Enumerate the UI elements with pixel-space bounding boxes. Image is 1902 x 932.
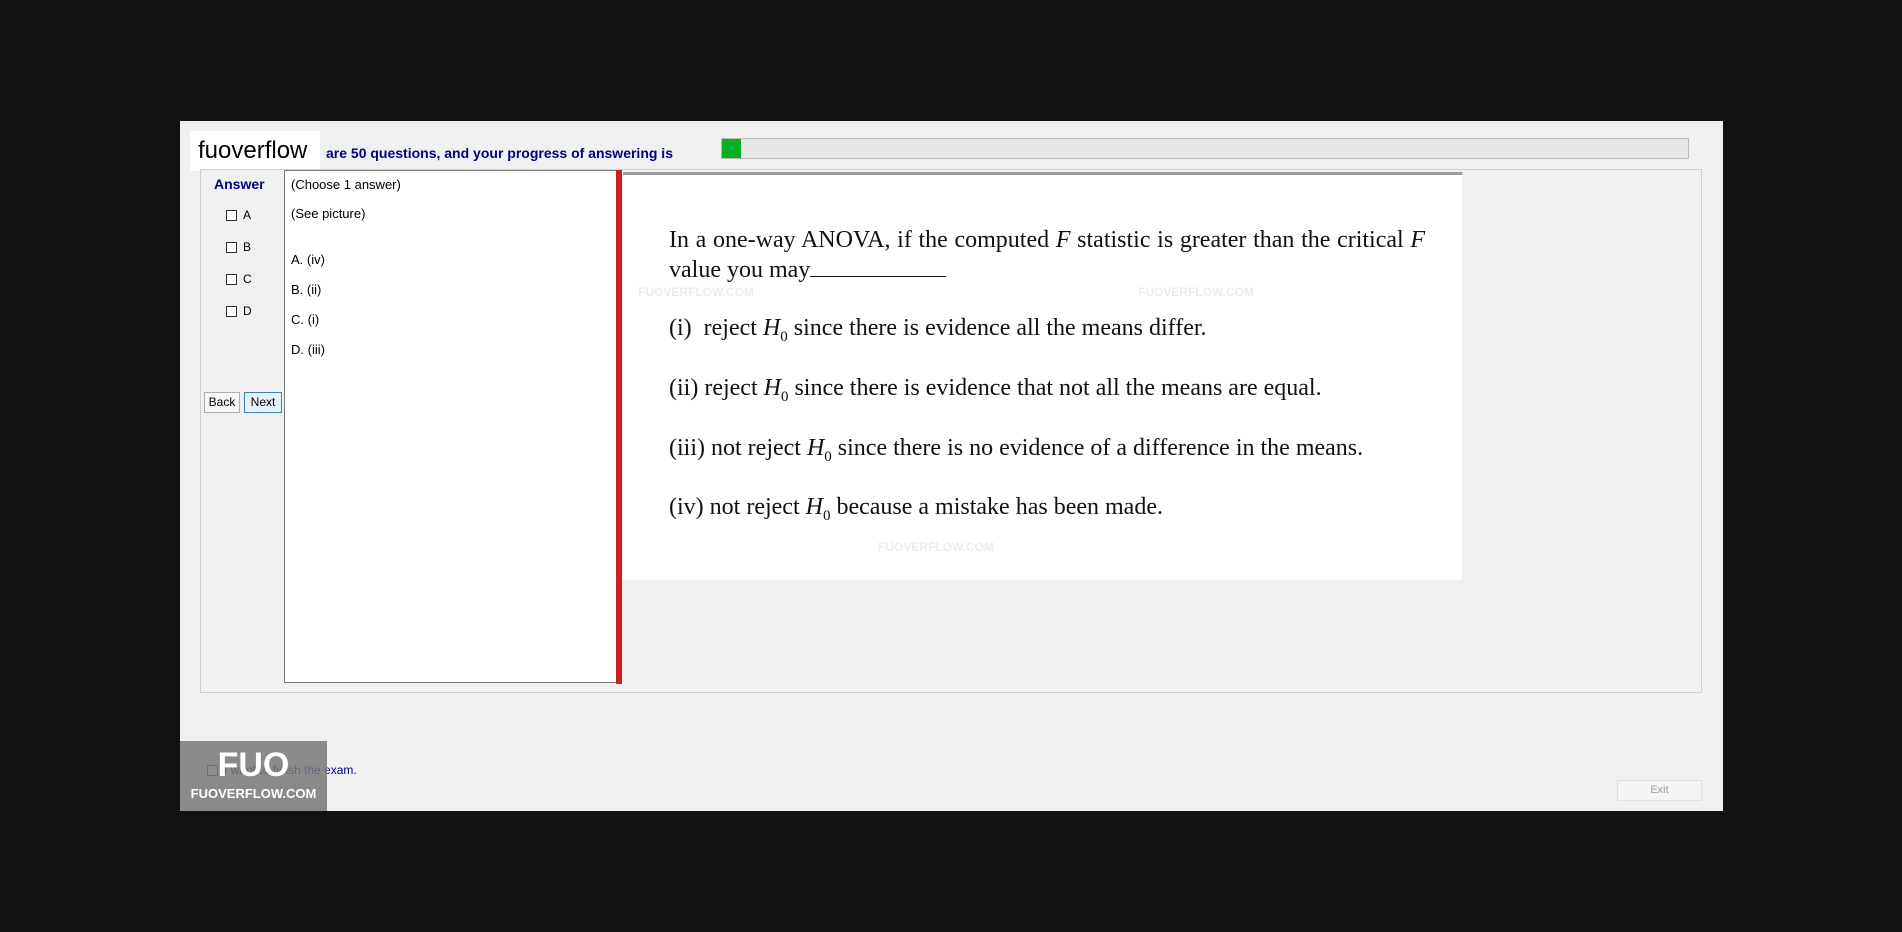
- watermark-logo: FUO FUOVERFLOW.COM: [180, 741, 327, 811]
- hypothesis-subscript: 0: [780, 328, 788, 345]
- watermark-text: FUOVERFLOW.COM: [638, 285, 754, 299]
- stem-text-1: In a one-way ANOVA, if the computed: [669, 227, 1050, 253]
- progress-text: are 50 questions, and your progress of a…: [326, 145, 673, 161]
- brand-label: fuoverflow: [190, 131, 320, 171]
- hypothesis-symbol: H: [763, 375, 781, 401]
- option-label: D: [243, 304, 252, 318]
- logo-mark: FUO: [217, 746, 290, 784]
- back-button[interactable]: Back: [204, 392, 240, 413]
- choice-b: B. (ii): [291, 282, 322, 297]
- watermark-text: FUOVERFLOW.COM: [878, 540, 994, 554]
- checkbox-icon[interactable]: [226, 305, 237, 317]
- answer-blank: [810, 256, 947, 277]
- checkbox-icon[interactable]: [226, 273, 237, 285]
- option-label: A: [243, 208, 252, 222]
- splitter[interactable]: [616, 170, 622, 684]
- statement-ii: (ii) reject H0 since there is evidence t…: [669, 375, 1322, 406]
- hypothesis-subscript: 0: [824, 448, 832, 465]
- exam-window: fuoverflow are 50 questions, and your pr…: [180, 121, 1723, 811]
- statement-rest: because a mistake has been made.: [836, 494, 1163, 520]
- progress-bar: [721, 138, 1689, 159]
- choice-d: D. (iii): [291, 342, 325, 357]
- statement-num: (iii): [669, 435, 705, 461]
- option-label: C: [243, 272, 252, 286]
- statement-verb: reject: [703, 315, 757, 341]
- logo-caption: FUOVERFLOW.COM: [190, 786, 317, 801]
- statement-rest: since there is evidence that not all the…: [794, 375, 1322, 401]
- hypothesis-subscript: 0: [822, 507, 831, 524]
- hypothesis-symbol: H: [805, 494, 823, 520]
- option-b-checkbox[interactable]: B: [226, 240, 251, 254]
- checkbox-icon[interactable]: [226, 209, 237, 221]
- statement-verb: reject: [704, 375, 758, 401]
- statement-i: (i) reject H0 since there is evidence al…: [669, 315, 1207, 346]
- statement-iv: (iv) not reject H0 because a mistake has…: [669, 494, 1163, 525]
- statement-rest: since there is no evidence of a differen…: [837, 435, 1364, 461]
- picture-note: (See picture): [291, 206, 366, 221]
- stem-var-1: F: [1055, 227, 1071, 253]
- statement-verb: not reject: [711, 435, 801, 461]
- stem-text-2: statistic is greater than the critical: [1077, 227, 1404, 253]
- hypothesis-symbol: H: [806, 435, 825, 461]
- stem-text-3: value you may: [669, 257, 811, 283]
- hypothesis-subscript: 0: [780, 388, 789, 405]
- statement-num: (i): [669, 315, 692, 341]
- watermark-text: FUOVERFLOW.COM: [1138, 285, 1254, 299]
- statement-iii: (iii) not reject H0 since there is no ev…: [669, 435, 1363, 466]
- answer-title: Answer: [214, 176, 265, 192]
- option-label: B: [243, 240, 252, 254]
- question-stem: In a one-way ANOVA, if the computed F st…: [669, 225, 1425, 285]
- option-a-checkbox[interactable]: A: [226, 208, 251, 222]
- statement-verb: not reject: [709, 494, 800, 520]
- stem-var-2: F: [1410, 227, 1426, 253]
- statement-rest: since there is evidence all the means di…: [793, 315, 1207, 341]
- question-picture: In a one-way ANOVA, if the computed F st…: [623, 172, 1462, 580]
- option-d-checkbox[interactable]: D: [226, 304, 252, 318]
- instruction-text: (Choose 1 answer): [291, 177, 401, 192]
- statement-num: (ii): [669, 375, 699, 401]
- choice-c: C. (i): [291, 312, 320, 327]
- option-c-checkbox[interactable]: C: [226, 272, 252, 286]
- choice-a: A. (iv): [291, 252, 325, 267]
- answer-listbox[interactable]: (Choose 1 answer) (See picture) A. (iv) …: [284, 170, 619, 683]
- next-button[interactable]: Next: [244, 392, 282, 413]
- hypothesis-symbol: H: [762, 315, 781, 341]
- progress-fill: [722, 139, 742, 158]
- statement-num: (iv): [669, 494, 704, 520]
- checkbox-icon[interactable]: [226, 241, 237, 253]
- exit-button[interactable]: Exit: [1617, 780, 1702, 801]
